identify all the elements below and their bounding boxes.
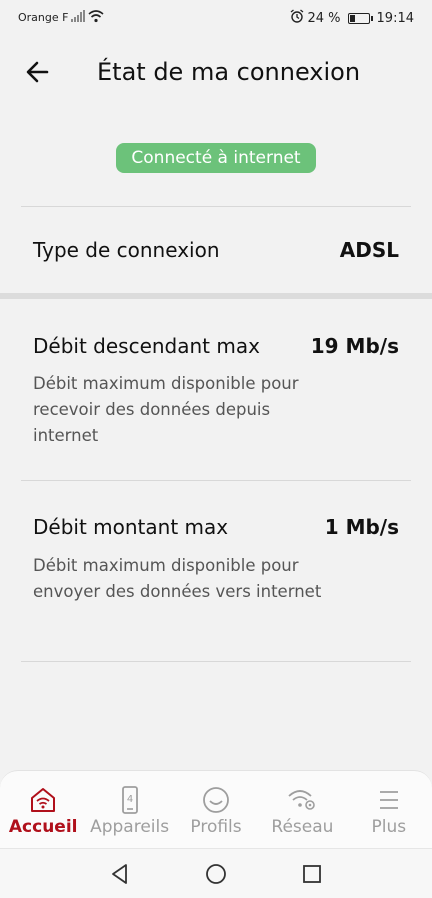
download-label: Débit descendant max: [33, 334, 260, 358]
nav-label: Accueil: [8, 817, 78, 837]
connection-type-label: Type de connexion: [33, 238, 220, 262]
carrier-name: Orange F: [18, 11, 69, 24]
wifi-icon: [88, 9, 104, 26]
svg-text:4: 4: [126, 794, 132, 805]
nav-item-profils[interactable]: Profils: [173, 771, 259, 848]
signal-icon: [71, 10, 85, 25]
nav-item-plus[interactable]: Plus: [346, 771, 432, 848]
upload-label: Débit montant max: [33, 515, 229, 539]
upload-description: Débit maximum disponible pour envoyer de…: [33, 556, 322, 601]
page-title: État de ma connexion: [97, 58, 361, 86]
nav-label: Profils: [190, 817, 242, 837]
alarm-icon: [290, 9, 304, 27]
system-back-button[interactable]: [108, 862, 132, 886]
menu-icon: [379, 791, 398, 809]
upload-value: 1 Mb/s: [324, 515, 399, 539]
profile-icon: [203, 787, 229, 813]
status-bar: Orange F 24 % 19:14: [0, 0, 432, 34]
battery-icon: [347, 12, 373, 24]
nav-item-appareils[interactable]: 4 Appareils: [86, 771, 172, 848]
app-header: État de ma connexion: [0, 44, 432, 102]
section-divider: [0, 293, 432, 299]
nav-label: Plus: [371, 817, 407, 837]
divider: [21, 661, 411, 662]
download-value: 19 Mb/s: [310, 334, 399, 358]
nav-label: Réseau: [271, 817, 334, 837]
divider: [21, 206, 411, 207]
system-navigation: [0, 848, 432, 898]
circle-home-icon: [206, 864, 226, 884]
nav-item-accueil[interactable]: Accueil: [0, 771, 86, 848]
square-recents-icon: [303, 865, 321, 883]
device-icon: 4: [121, 786, 138, 814]
connection-status-badge: Connecté à internet: [116, 143, 316, 173]
status-right: 24 % 19:14: [290, 9, 414, 27]
wifi-settings-icon: [288, 790, 316, 810]
divider: [21, 480, 411, 481]
nav-item-reseau[interactable]: Réseau: [259, 771, 345, 848]
connection-type-value: ADSL: [339, 238, 399, 262]
bottom-navigation: Accueil 4 Appareils Profils Réseau Plus: [0, 770, 432, 848]
triangle-back-icon: [112, 864, 127, 884]
download-description: Débit maximum disponible pour recevoir d…: [33, 374, 299, 445]
home-wifi-icon: [31, 788, 56, 812]
arrow-left-icon: [26, 61, 49, 83]
battery-percent: 24 %: [307, 10, 341, 26]
system-recents-button[interactable]: [300, 862, 324, 886]
clock: 19:14: [376, 10, 414, 26]
back-button[interactable]: [22, 56, 54, 88]
system-home-button[interactable]: [204, 862, 228, 886]
nav-label: Appareils: [90, 817, 170, 837]
